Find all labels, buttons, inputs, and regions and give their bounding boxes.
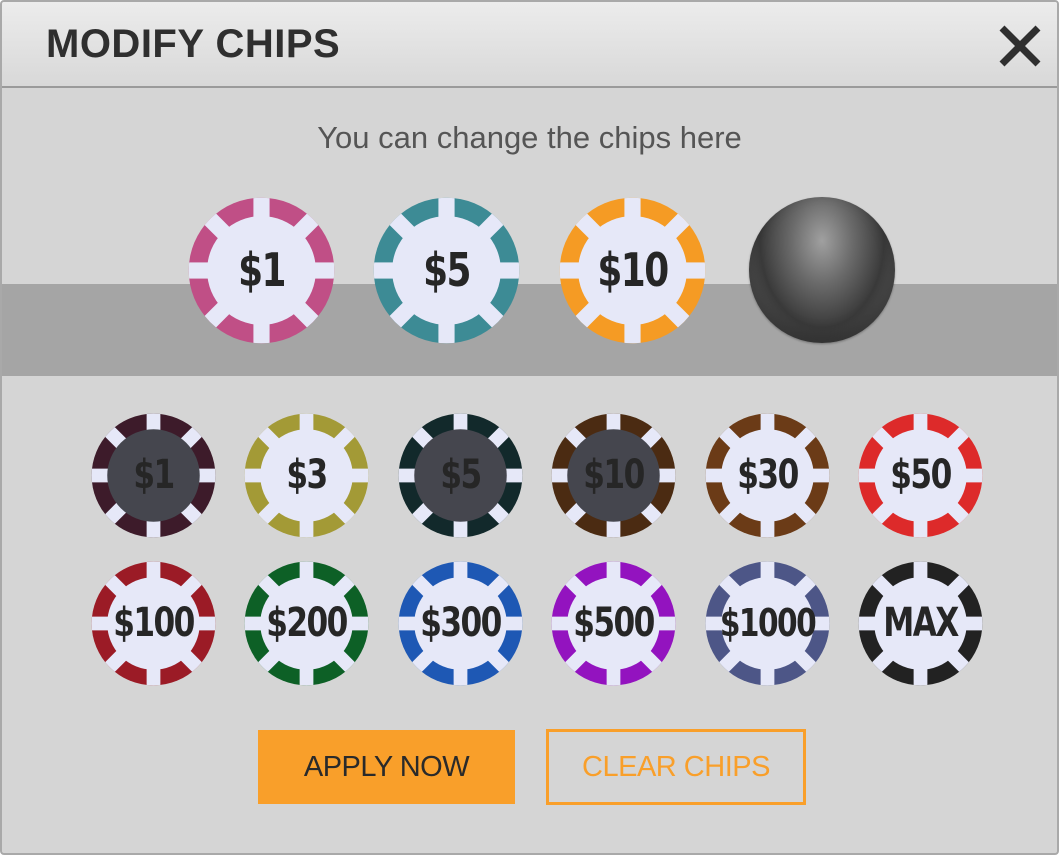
apply-now-button[interactable]: APPLY NOW — [258, 730, 515, 804]
chip-option-10[interactable]: $500 — [551, 561, 676, 686]
chip-option-5[interactable]: $30 — [705, 413, 830, 538]
dialog-title: MODIFY CHIPS — [46, 22, 341, 66]
modify-chips-dialog: MODIFY CHIPS You can change the chips he… — [0, 0, 1059, 855]
chip-value-label: $3 — [285, 452, 328, 498]
dialog-header: MODIFY CHIPS — [2, 2, 1057, 88]
chip-value-label: $1 — [132, 452, 175, 498]
chip-selected-1[interactable]: $1 — [188, 197, 335, 344]
chip-selected-3[interactable]: $10 — [559, 197, 706, 344]
chip-value-label: $10 — [596, 243, 669, 297]
chip-option-8[interactable]: $200 — [244, 561, 369, 686]
chip-option-12[interactable]: MAX — [858, 561, 983, 686]
chip-option-6[interactable]: $50 — [858, 413, 983, 538]
chip-selected-2[interactable]: $5 — [373, 197, 520, 344]
clear-chips-button[interactable]: CLEAR CHIPS — [546, 729, 806, 805]
selected-chips-tray — [2, 284, 1057, 376]
chip-value-label: MAX — [882, 600, 959, 646]
chip-option-9[interactable]: $300 — [398, 561, 523, 686]
chip-value-label: $1000 — [719, 601, 816, 645]
empty-chip-slot[interactable] — [749, 197, 895, 343]
chip-option-1[interactable]: $1 — [91, 413, 216, 538]
chip-value-label: $5 — [422, 243, 471, 297]
chip-option-3[interactable]: $5 — [398, 413, 523, 538]
chip-option-4[interactable]: $10 — [551, 413, 676, 538]
dialog-subtitle: You can change the chips here — [317, 120, 742, 155]
chip-value-label: $300 — [419, 600, 502, 646]
chip-option-2[interactable]: $3 — [244, 413, 369, 538]
chip-value-label: $100 — [112, 600, 195, 646]
chip-value-label: $1 — [237, 243, 286, 297]
close-button[interactable] — [996, 22, 1044, 70]
chip-value-label: $30 — [736, 452, 799, 498]
chip-value-label: $5 — [439, 452, 482, 498]
chip-option-11[interactable]: $1000 — [705, 561, 830, 686]
close-icon — [999, 25, 1041, 67]
chip-value-label: $10 — [582, 452, 645, 498]
chip-value-label: $200 — [265, 600, 348, 646]
chip-value-label: $500 — [572, 600, 655, 646]
chip-value-label: $50 — [889, 452, 952, 498]
chip-option-7[interactable]: $100 — [91, 561, 216, 686]
